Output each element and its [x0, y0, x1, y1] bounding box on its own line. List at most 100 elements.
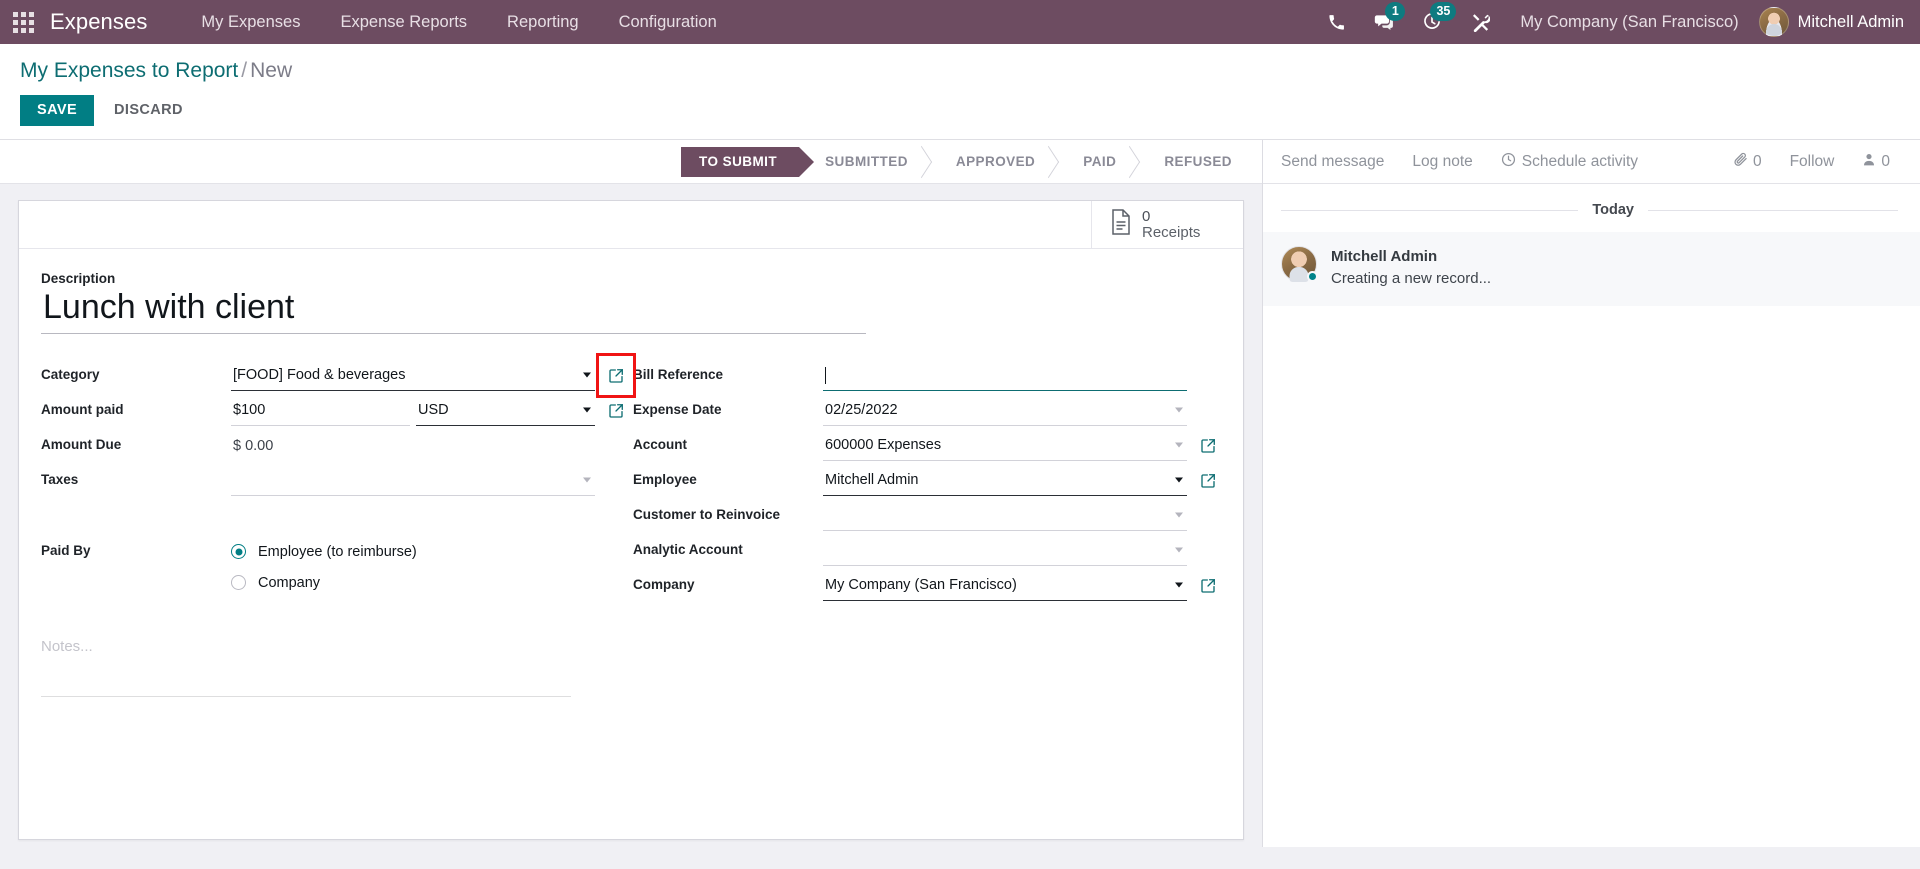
status-paid[interactable]: PAID — [1057, 146, 1139, 177]
followers-button[interactable]: 0 — [1848, 152, 1904, 172]
status-approved[interactable]: APPROVED — [929, 146, 1058, 177]
log-note-button[interactable]: Log note — [1398, 153, 1486, 171]
field-row-company: Company — [633, 570, 1221, 605]
breadcrumb-current: New — [250, 59, 293, 82]
menu-item-my-expenses[interactable]: My Expenses — [181, 0, 320, 44]
field-row-account: Account — [633, 430, 1221, 465]
clock-icon — [1501, 152, 1516, 172]
chevron-down-icon[interactable] — [583, 372, 591, 378]
category-label: Category — [41, 367, 100, 382]
status-to-submit[interactable]: TO SUBMIT — [681, 146, 800, 177]
field-row-paid-by: Paid By Employee (to reimburse) Company — [41, 536, 629, 598]
discard-button[interactable]: DISCARD — [100, 95, 197, 126]
employee-internal-link-icon[interactable] — [1195, 465, 1221, 496]
radio-company-icon[interactable] — [231, 575, 246, 590]
chevron-down-icon[interactable] — [1175, 547, 1183, 553]
radio-employee-icon[interactable] — [231, 544, 246, 559]
field-row-amount-due: Amount Due $ 0.00 — [41, 430, 629, 465]
chevron-down-icon[interactable] — [1175, 582, 1183, 588]
category-internal-link-icon[interactable] — [596, 353, 636, 398]
attachments-button[interactable]: 0 — [1719, 152, 1776, 172]
radio-option-company[interactable]: Company — [231, 567, 629, 598]
chevron-down-icon[interactable] — [1175, 477, 1183, 483]
send-message-button[interactable]: Send message — [1277, 153, 1398, 171]
messages-badge: 1 — [1385, 2, 1406, 21]
employee-field[interactable] — [823, 465, 1187, 496]
company-field[interactable] — [823, 570, 1187, 601]
account-field[interactable] — [823, 430, 1187, 461]
analytic-field[interactable] — [823, 535, 1187, 566]
activities-icon[interactable]: 35 — [1408, 0, 1457, 44]
chatter-pane: Send message Log note Schedule activity — [1262, 140, 1920, 847]
debug-tools-icon[interactable] — [1456, 0, 1504, 44]
amount-paid-input[interactable] — [231, 402, 392, 418]
separator-line-right — [1648, 209, 1898, 211]
paperclip-icon — [1733, 152, 1748, 172]
bill-reference-input[interactable] — [826, 367, 1166, 383]
account-input[interactable] — [823, 437, 1169, 453]
amount-due-field: $ 0.00 — [231, 430, 595, 461]
menu-item-expense-reports[interactable]: Expense Reports — [320, 0, 487, 44]
field-row-analytic-account: Analytic Account — [633, 535, 1221, 570]
chatter-toolbar: Send message Log note Schedule activity — [1263, 140, 1920, 184]
taxes-field[interactable] — [231, 465, 595, 496]
expense-date-label: Expense Date — [633, 402, 722, 417]
user-name: Mitchell Admin — [1797, 12, 1904, 31]
messages-icon[interactable]: 1 — [1360, 0, 1408, 44]
radio-employee-label[interactable]: Employee (to reimburse) — [258, 544, 417, 560]
breadcrumb-root[interactable]: My Expenses to Report — [20, 59, 238, 82]
save-button[interactable]: SAVE — [20, 95, 95, 126]
employee-input[interactable] — [823, 472, 1169, 488]
account-internal-link-icon[interactable] — [1195, 430, 1221, 461]
follow-button[interactable]: Follow — [1776, 153, 1849, 171]
form-pane: TO SUBMIT SUBMITTED APPROVED PAID REFUSE… — [0, 140, 1262, 847]
category-input[interactable] — [231, 367, 577, 383]
description-input[interactable] — [41, 288, 866, 334]
employee-label: Employee — [633, 472, 697, 487]
menu-item-configuration[interactable]: Configuration — [599, 0, 737, 44]
field-row-expense-date: Expense Date — [633, 395, 1221, 430]
menu-item-reporting[interactable]: Reporting — [487, 0, 599, 44]
document-icon — [1110, 209, 1132, 240]
chevron-down-icon[interactable] — [1175, 407, 1183, 413]
currency-field[interactable] — [416, 395, 595, 426]
user-menu[interactable]: Mitchell Admin — [1755, 7, 1904, 37]
category-field[interactable] — [231, 360, 595, 391]
status-submitted[interactable]: SUBMITTED — [799, 146, 930, 177]
customer-field[interactable] — [823, 500, 1187, 531]
day-separator-label: Today — [1592, 202, 1634, 218]
message-author: Mitchell Admin — [1331, 248, 1438, 265]
form-left-column: Category [FOOD] Food & beverages Amount … — [41, 353, 636, 697]
chevron-down-icon[interactable] — [1175, 512, 1183, 518]
analytic-input[interactable] — [823, 542, 1169, 558]
app-brand-expenses[interactable]: Expenses — [46, 9, 153, 35]
customer-input[interactable] — [823, 507, 1169, 523]
company-input[interactable] — [823, 577, 1169, 593]
expense-date-field[interactable] — [823, 395, 1187, 426]
receipts-stat-button[interactable]: 0 Receipts — [1091, 201, 1243, 248]
currency-input[interactable] — [416, 402, 577, 418]
field-row-bill-reference: Bill Reference — [633, 360, 1221, 395]
message-body: Creating a new record... — [1331, 269, 1492, 287]
expense-date-input[interactable] — [823, 402, 1169, 418]
chevron-down-icon[interactable] — [1175, 442, 1183, 448]
bill-reference-field[interactable] — [823, 360, 1187, 391]
field-row-employee: Employee — [633, 465, 1221, 500]
currency-internal-link-icon[interactable] — [603, 395, 629, 426]
apps-grid-icon[interactable] — [0, 0, 46, 44]
schedule-activity-button[interactable]: Schedule activity — [1487, 152, 1652, 172]
attachment-count: 0 — [1752, 152, 1762, 170]
customer-label: Customer to Reinvoice — [633, 507, 781, 522]
form-right-column: Bill Reference Expense Date 02/25/2022 A… — [633, 360, 1221, 697]
notes-field[interactable]: Notes... — [41, 638, 571, 697]
radio-option-employee[interactable]: Employee (to reimburse) — [231, 536, 629, 567]
company-switcher[interactable]: My Company (San Francisco) — [1504, 13, 1754, 32]
company-internal-link-icon[interactable] — [1195, 570, 1221, 601]
taxes-input[interactable] — [231, 472, 577, 488]
status-refused[interactable]: REFUSED — [1138, 146, 1254, 177]
phone-icon[interactable] — [1312, 0, 1360, 44]
radio-company-label[interactable]: Company — [258, 575, 320, 591]
chevron-down-icon[interactable] — [583, 407, 591, 413]
chevron-down-icon[interactable] — [583, 477, 591, 483]
amount-paid-field[interactable] — [231, 395, 410, 426]
